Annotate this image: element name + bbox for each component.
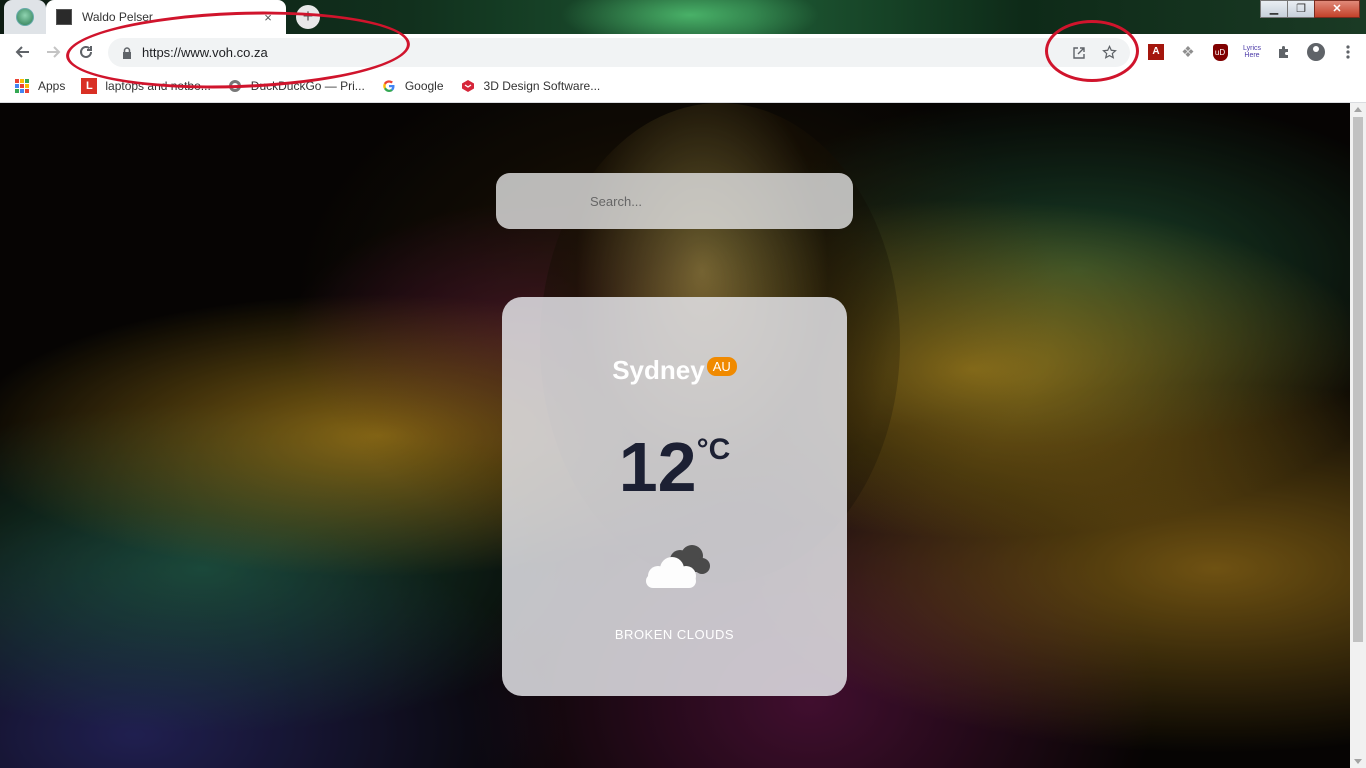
bookmark-laptops[interactable]: L laptops and notbo... [81,78,211,94]
sketchup-icon [460,78,476,94]
temperature: 12°C [502,427,847,507]
weather-card: Sydney AU 12°C BROKEN CLOUDS [502,297,847,696]
bookmark-duckduckgo[interactable]: DuckDuckGo — Pri... [227,78,365,94]
dropbox-glyph: ❖ [1181,44,1195,61]
browser-toolbar: https://www.voh.co.za A ❖ uD Lyrics Here [0,34,1366,70]
lyrics-extension-icon[interactable]: Lyrics Here [1236,38,1268,66]
extensions-puzzle-icon[interactable] [1268,38,1300,66]
restore-button[interactable]: ❐ [1287,0,1315,18]
apps-grid-icon [14,78,30,94]
new-tab-button[interactable]: + [296,5,320,29]
lyrics-label: Lyrics Here [1242,45,1262,59]
menu-button[interactable] [1332,38,1364,66]
city-heading: Sydney AU [502,355,847,386]
ublock-extension-icon[interactable]: uD [1204,38,1236,66]
L-icon: L [81,78,98,94]
bookmark-3d-design[interactable]: 3D Design Software... [460,78,601,94]
title-bar: Waldo Pelser × + ▁ ❐ ✕ [0,0,1366,34]
back-arrow-icon [15,46,29,58]
pdf-label: A [1148,44,1164,60]
city-name: Sydney [612,355,705,385]
active-tab[interactable]: Waldo Pelser × [46,0,286,34]
extensions-bar: A ❖ uD Lyrics Here [1140,38,1364,66]
bookmark-label: Apps [38,79,66,93]
back-button[interactable] [6,36,38,68]
bookmark-google[interactable]: Google [381,78,444,94]
bookmark-label: DuckDuckGo — Pri... [250,79,365,93]
pinned-tab[interactable] [4,0,46,34]
minimize-button[interactable]: ▁ [1260,0,1288,18]
globe-icon [227,78,243,94]
scrollbar-thumb[interactable] [1353,117,1363,642]
close-window-button[interactable]: ✕ [1314,0,1360,18]
country-badge: AU [706,357,737,376]
bookmark-label: laptops and notbo... [105,79,211,93]
background-glow [560,0,820,34]
pdf-extension-icon[interactable]: A [1140,38,1172,66]
kebab-menu-icon [1346,45,1350,59]
page-scrollbar[interactable] [1350,103,1366,768]
scroll-down-icon[interactable] [1354,759,1362,764]
lock-icon [123,46,131,59]
dropbox-extension-icon[interactable]: ❖ [1172,38,1204,66]
star-icon [1101,45,1117,59]
forward-button[interactable] [38,36,70,68]
profile-button[interactable] [1300,38,1332,66]
temperature-unit: °C [696,433,731,466]
bookmark-star-icon[interactable] [1096,40,1122,66]
pinned-tab-favicon-icon [16,8,34,26]
url-text[interactable]: https://www.voh.co.za [142,45,1062,60]
bookmark-apps[interactable]: Apps [14,78,65,94]
reload-icon [80,45,92,58]
bookmark-label: 3D Design Software... [483,79,601,93]
address-bar[interactable]: https://www.voh.co.za [108,38,1130,67]
external-link-icon [1073,46,1085,59]
weather-description: BROKEN CLOUDS [614,627,735,642]
bookmark-label: Google [404,79,444,93]
forward-arrow-icon [47,46,61,58]
bookmarks-bar: Apps L laptops and notbo... DuckDuckGo —… [0,70,1366,103]
open-in-app-icon[interactable] [1066,40,1092,66]
city-search-input[interactable] [496,173,853,229]
scroll-up-icon[interactable] [1354,107,1362,112]
window-controls: ▁ ❐ ✕ [1260,0,1360,18]
tab-favicon-icon [56,9,72,25]
avatar-icon [1307,43,1325,61]
google-icon [381,78,397,94]
reload-button[interactable] [70,36,102,68]
ublock-label: uD [1212,43,1228,61]
page-background: SydneyAU 12°C BROKEN CLOUDS [0,103,1350,768]
broken-clouds-icon [640,542,710,592]
puzzle-icon [1279,46,1288,58]
temperature-value: 12 [618,428,697,506]
tab-title: Waldo Pelser [82,10,153,24]
tab-close-icon[interactable]: × [260,10,276,25]
